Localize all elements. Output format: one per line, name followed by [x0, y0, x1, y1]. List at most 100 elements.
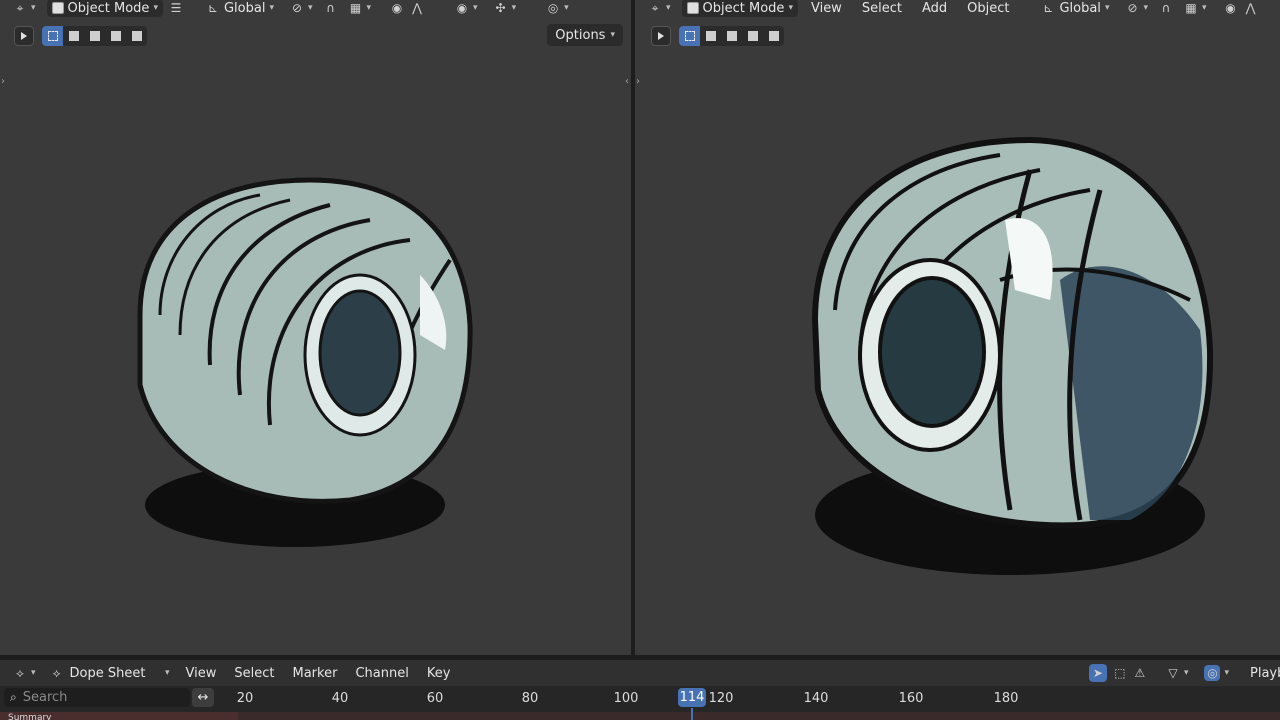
snap-target-dropdown[interactable]: ▦ ▾	[1179, 0, 1212, 17]
select-extend-icon	[705, 31, 716, 41]
select-tool-button[interactable]	[14, 26, 34, 46]
select-intersect-icon	[768, 31, 779, 41]
pivot-dropdown[interactable]: ⊘ ▾	[285, 0, 318, 17]
editor-type-button[interactable]: ⟡ ▾	[8, 664, 41, 682]
only-selected-button[interactable]: ➤	[1088, 664, 1107, 682]
keyframe-box-icon[interactable]: ⬚	[1113, 666, 1127, 680]
selection-mode-group	[42, 26, 147, 46]
tire-render-right	[811, 136, 1214, 575]
visibility-dropdown[interactable]: ◉ ▾	[450, 0, 483, 17]
select-intersect-button[interactable]	[126, 26, 147, 46]
right-viewport-header: ⌖ ▾ Object Mode ▾ View Select Add Object …	[635, 0, 1280, 17]
dope-sheet-mode-dropdown[interactable]: ⟡ Dope Sheet ▾	[45, 664, 175, 682]
dope-sheet-icon: ⟡	[16, 666, 24, 680]
select-invert-button[interactable]	[742, 26, 763, 46]
menu-select[interactable]: Select	[855, 1, 909, 16]
chevron-down-icon: ▾	[31, 3, 36, 13]
left-viewport-header: ⌖ ▾ Object Mode ▾ ☰ ⊾ Global ▾ ⊘ ▾ ∩ ▦ ▾ ◉ …	[0, 0, 631, 17]
left-tool-row	[14, 26, 147, 46]
falloff-icon[interactable]: ⋀	[410, 1, 424, 15]
object-mode-dropdown[interactable]: Object Mode ▾	[46, 0, 163, 17]
menu-marker[interactable]: Marker	[286, 666, 345, 681]
frame-tick: 40	[331, 691, 349, 706]
chevron-down-icon: ▾	[1183, 668, 1189, 678]
toolbar-expand-arrow-icon[interactable]: ›	[636, 76, 640, 87]
select-new-button[interactable]	[42, 26, 63, 46]
snap-target-dropdown[interactable]: ▦ ▾	[344, 0, 377, 17]
menu-view[interactable]: View	[804, 1, 849, 16]
pivot-icon: ⊘	[1127, 1, 1138, 15]
hamburger-icon[interactable]: ☰	[169, 1, 183, 15]
magnet-icon[interactable]: ∩	[324, 1, 338, 15]
viewport-gizmo-icon: ⌖	[16, 1, 24, 15]
select-invert-icon	[110, 31, 121, 41]
select-subtract-button[interactable]	[721, 26, 742, 46]
select-new-button[interactable]	[679, 26, 700, 46]
object-mode-dropdown[interactable]: Object Mode ▾	[681, 0, 798, 17]
overlay-dropdown[interactable]: ◎ ▾	[541, 0, 574, 17]
current-frame-indicator[interactable]: 114	[678, 688, 706, 707]
select-extend-button[interactable]	[700, 26, 721, 46]
transform-orientation-dropdown[interactable]: ⊾ Global ▾	[1036, 0, 1114, 17]
toolbar-expand-arrow-icon[interactable]: ›	[1, 76, 5, 87]
options-dropdown[interactable]: Options ▾	[547, 24, 623, 46]
editor-type-button[interactable]: ⌖ ▾	[643, 0, 676, 17]
chevron-down-icon: ▾	[31, 668, 36, 678]
select-tool-button[interactable]	[651, 26, 671, 46]
menu-channel[interactable]: Channel	[348, 666, 415, 681]
frame-tick: 80	[521, 691, 539, 706]
chevron-down-icon: ▾	[564, 3, 569, 13]
eye-icon: ◉	[456, 1, 468, 15]
select-subtract-button[interactable]	[84, 26, 105, 46]
swap-icon: ↔	[197, 690, 209, 705]
warning-icon[interactable]: ⚠	[1133, 666, 1147, 680]
dope-sheet-label: Dope Sheet	[69, 665, 146, 681]
chevron-down-icon: ▾	[511, 3, 517, 13]
filter-icon: ▽	[1168, 666, 1178, 680]
overlay-dropdown[interactable]: ◎ ▾	[1199, 664, 1234, 682]
right-3d-viewport[interactable]: ⌖ ▾ Object Mode ▾ View Select Add Object …	[635, 0, 1280, 655]
select-new-icon	[684, 31, 695, 41]
hub-opening	[878, 276, 986, 428]
grid-icon: ▦	[349, 1, 362, 15]
right-tool-row	[651, 26, 784, 46]
proportional-icon[interactable]: ◉	[1224, 1, 1238, 15]
menu-object[interactable]: Object	[960, 1, 1016, 16]
frame-ruler[interactable]: ⌕ Search ↔ 20 40 60 80 100 120 140 160 1…	[0, 686, 1280, 712]
menu-select[interactable]: Select	[227, 666, 281, 681]
pivot-dropdown[interactable]: ⊘ ▾	[1120, 0, 1153, 17]
menu-view[interactable]: View	[179, 666, 224, 681]
swap-button[interactable]: ↔	[192, 688, 214, 707]
menu-key[interactable]: Key	[420, 666, 458, 681]
overlay-toggle[interactable]: ◎	[1204, 665, 1221, 681]
channel-search-field[interactable]: ⌕ Search	[4, 688, 190, 707]
axes-icon: ⊾	[1043, 1, 1054, 15]
falloff-icon[interactable]: ⋀	[1244, 1, 1258, 15]
chevron-down-icon: ▾	[165, 668, 170, 678]
editor-type-button[interactable]: ⌖ ▾	[8, 0, 41, 17]
sidebar-expand-arrow-icon[interactable]: ‹	[625, 76, 629, 87]
playhead-line[interactable]	[691, 708, 693, 720]
magnet-icon[interactable]: ∩	[1159, 1, 1173, 15]
left-3d-viewport[interactable]: ⌖ ▾ Object Mode ▾ ☰ ⊾ Global ▾ ⊘ ▾ ∩ ▦ ▾ ◉ …	[0, 0, 631, 655]
object-mode-label: Object Mode	[702, 0, 785, 16]
chevron-down-icon: ▾	[1202, 3, 1207, 13]
select-invert-button[interactable]	[105, 26, 126, 46]
gizmo-dropdown[interactable]: ✣ ▾	[489, 0, 522, 17]
chevron-down-icon: ▾	[307, 3, 313, 13]
pivot-icon: ⊘	[291, 1, 303, 15]
frame-tick: 60	[426, 691, 444, 706]
select-extend-button[interactable]	[63, 26, 84, 46]
summary-channel-label[interactable]: Summary	[0, 712, 238, 720]
frame-tick: 20	[236, 691, 254, 706]
chevron-down-icon: ▾	[666, 3, 671, 13]
transform-orientation-label: Global	[223, 0, 266, 16]
menu-add[interactable]: Add	[915, 1, 954, 16]
filter-dropdown[interactable]: ▽ ▾	[1161, 664, 1194, 682]
select-new-icon	[47, 31, 58, 41]
transform-orientation-dropdown[interactable]: ⊾ Global ▾	[201, 0, 279, 17]
proportional-icon[interactable]: ◉	[390, 1, 404, 15]
playback-menu[interactable]: Playb	[1250, 666, 1280, 681]
selection-mode-group	[679, 26, 784, 46]
select-intersect-button[interactable]	[763, 26, 784, 46]
